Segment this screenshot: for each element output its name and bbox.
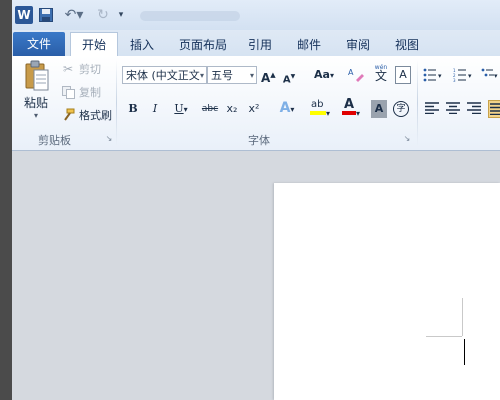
font-size-select[interactable]: 五号 ▾	[207, 66, 257, 84]
align-center-icon	[446, 102, 460, 115]
font-name-value: 宋体 (中文正文	[126, 69, 200, 82]
clipboard-launcher-icon[interactable]: ↘	[104, 134, 114, 144]
format-painter-icon	[60, 108, 76, 122]
group-separator	[116, 60, 117, 146]
justify-icon	[490, 103, 500, 116]
svg-text:A: A	[348, 68, 354, 77]
underline-button[interactable]: U▾	[169, 100, 193, 118]
svg-text:▾: ▾	[468, 72, 472, 80]
align-right-icon	[467, 102, 481, 115]
phonetic-guide-button[interactable]: wén 文	[371, 64, 391, 82]
bullets-icon: ▾	[423, 68, 442, 82]
multilevel-list-button[interactable]: ▾	[480, 68, 500, 84]
text-effects-button[interactable]: A▾	[273, 99, 301, 117]
tab-references[interactable]: 引用	[244, 34, 276, 56]
margin-corner-mark	[462, 298, 463, 336]
tab-mailings[interactable]: 邮件	[293, 34, 325, 56]
bullets-button[interactable]: ▾	[422, 68, 444, 84]
paste-icon[interactable]	[24, 60, 50, 92]
superscript-button[interactable]: x²	[246, 100, 262, 118]
chevron-down-icon: ▾	[199, 71, 204, 80]
font-group-label: 字体	[248, 134, 270, 147]
tab-file[interactable]: 文件	[13, 32, 65, 56]
word-window: W ↶▾ ↻ ▾ 文件 开始 插入 页面布局 引用 邮件 审阅 视图 粘贴 ▾ …	[0, 0, 500, 400]
ribbon-home: 粘贴 ▾ ✂ 剪切 复制 格式刷 剪贴板 ↘ 宋体 (中文正文 ▾ 五号 ▾ A…	[12, 56, 500, 151]
align-left-button[interactable]	[424, 102, 440, 118]
font-size-value: 五号	[211, 69, 233, 82]
italic-button[interactable]: I	[148, 100, 162, 118]
shrink-font-button[interactable]: A▼	[282, 68, 296, 86]
window-frame-left	[0, 0, 12, 400]
numbering-button[interactable]: 1 2 3 ▾	[452, 68, 474, 84]
chevron-down-icon: ▾	[249, 71, 254, 80]
format-painter-label: 格式刷	[79, 109, 112, 122]
change-case-button[interactable]: Aa▾	[310, 66, 338, 84]
tab-home[interactable]: 开始	[70, 32, 118, 57]
character-border-button[interactable]: A	[395, 66, 411, 84]
clear-formatting-button[interactable]: A	[345, 66, 367, 84]
document-page[interactable]	[274, 183, 500, 400]
paste-dropdown-icon[interactable]: ▾	[34, 111, 38, 120]
enclose-characters-button[interactable]: 字	[392, 99, 410, 117]
window-title-blurred	[140, 11, 240, 21]
tab-review[interactable]: 审阅	[342, 34, 374, 56]
tab-view[interactable]: 视图	[391, 34, 423, 56]
undo-icon[interactable]: ↶▾	[62, 6, 86, 24]
font-name-select[interactable]: 宋体 (中文正文 ▾	[122, 66, 207, 84]
font-color-button[interactable]: A ▾	[337, 97, 365, 118]
highlight-color-swatch	[309, 111, 326, 115]
copy-label: 复制	[79, 86, 101, 99]
word-icon[interactable]: W	[15, 6, 33, 24]
font-launcher-icon[interactable]: ↘	[402, 134, 412, 144]
title-bar: W ↶▾ ↻ ▾	[12, 0, 500, 31]
cut-button[interactable]: ✂ 剪切	[60, 60, 101, 78]
paste-button[interactable]: 粘贴	[24, 94, 48, 111]
align-right-button[interactable]	[466, 102, 482, 118]
align-left-icon	[425, 102, 439, 115]
grow-font-button[interactable]: A▲	[261, 66, 276, 85]
customize-dropdown-icon[interactable]: ▾	[115, 6, 127, 24]
strikethrough-button[interactable]: abc	[200, 100, 220, 118]
bold-button[interactable]: B	[126, 100, 140, 118]
save-icon[interactable]	[38, 6, 54, 24]
document-workspace	[12, 151, 500, 400]
copy-button[interactable]: 复制	[60, 83, 101, 101]
highlight-button[interactable]: ab ▾	[305, 98, 335, 118]
tab-page-layout[interactable]: 页面布局	[172, 34, 234, 56]
clipboard-group-label: 剪贴板	[38, 134, 71, 147]
copy-icon	[60, 85, 76, 99]
subscript-button[interactable]: x₂	[224, 100, 240, 118]
numbering-icon: 123▾	[453, 68, 472, 83]
redo-icon[interactable]: ↻	[92, 6, 114, 24]
format-painter-button[interactable]: 格式刷	[60, 106, 112, 124]
character-shading-button[interactable]: A	[371, 100, 387, 118]
text-cursor	[464, 339, 465, 365]
tab-insert[interactable]: 插入	[124, 34, 160, 56]
font-color-swatch	[341, 111, 356, 115]
group-separator	[417, 60, 418, 146]
multilevel-list-icon: ▾	[481, 68, 498, 80]
ribbon-tabs: 文件 开始 插入 页面布局 引用 邮件 审阅 视图	[12, 30, 500, 57]
justify-button[interactable]	[488, 100, 500, 118]
scissors-icon: ✂	[62, 62, 74, 76]
margin-corner-mark	[426, 336, 462, 337]
cut-label: 剪切	[79, 63, 101, 76]
svg-text:3: 3	[453, 78, 456, 82]
svg-text:▾: ▾	[438, 72, 442, 80]
svg-text:▾: ▾	[494, 72, 498, 80]
align-center-button[interactable]	[445, 102, 461, 118]
